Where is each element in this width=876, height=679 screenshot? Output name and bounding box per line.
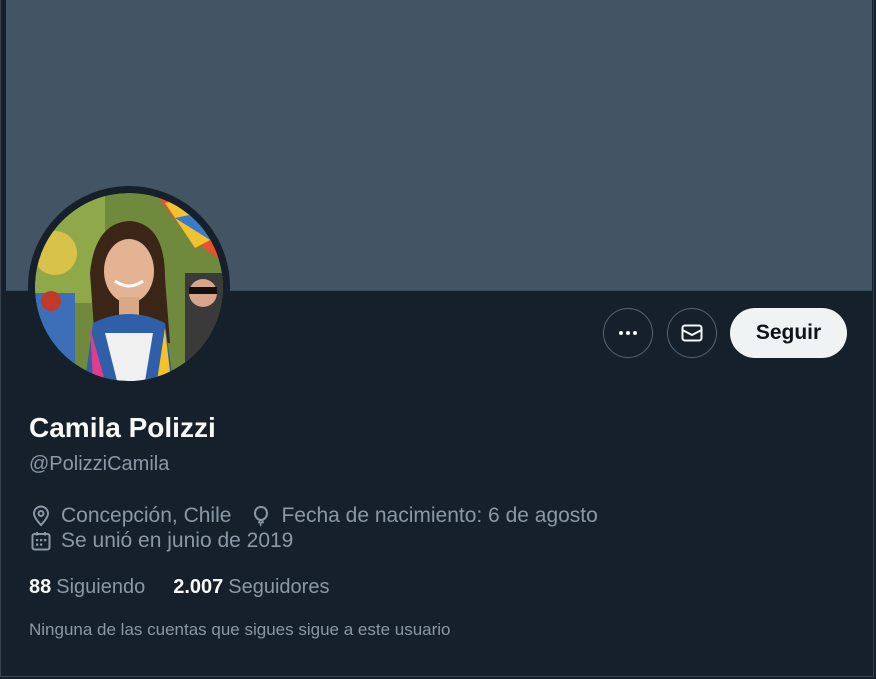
- birthday-text: Fecha de nacimiento: 6 de agosto: [281, 504, 598, 527]
- joined-text: Se unió en junio de 2019: [61, 529, 294, 552]
- message-button[interactable]: [667, 308, 717, 358]
- followers-label: Seguidores: [228, 576, 330, 598]
- more-button[interactable]: [603, 308, 653, 358]
- envelope-icon: [681, 324, 703, 342]
- profile-stats: 88 Siguiendo 2.007 Seguidores: [29, 576, 357, 599]
- follow-button[interactable]: Seguir: [730, 308, 847, 358]
- balloon-icon: [254, 505, 269, 527]
- birthday-item: Fecha de nacimiento: 6 de agosto: [249, 504, 598, 528]
- user-handle: @PolizziCamila: [29, 453, 170, 475]
- more-horizontal-icon: [619, 331, 637, 335]
- calendar-icon: [31, 532, 51, 551]
- display-name: Camila Polizzi: [29, 412, 216, 443]
- profile-avatar[interactable]: [28, 186, 230, 388]
- location-text: Concepción, Chile: [61, 504, 232, 527]
- profile-meta-row-1: Concepción, Chile Fecha de nacimiento: 6…: [29, 504, 616, 528]
- location-pin-icon: [32, 505, 50, 527]
- followers-count: 2.007: [173, 576, 224, 598]
- joined-item: Se unió en junio de 2019: [29, 529, 293, 553]
- profile-meta-row-2: Se unió en junio de 2019: [29, 529, 311, 553]
- avatar-photo: [35, 193, 223, 381]
- followers-you-know-notice: Ninguna de las cuentas que sigues sigue …: [29, 620, 451, 639]
- following-link[interactable]: 88 Siguiendo: [29, 576, 145, 599]
- following-count: 88: [29, 576, 52, 598]
- location-item: Concepción, Chile: [29, 504, 231, 528]
- followers-link[interactable]: 2.007 Seguidores: [173, 576, 329, 599]
- following-label: Siguiendo: [56, 576, 146, 598]
